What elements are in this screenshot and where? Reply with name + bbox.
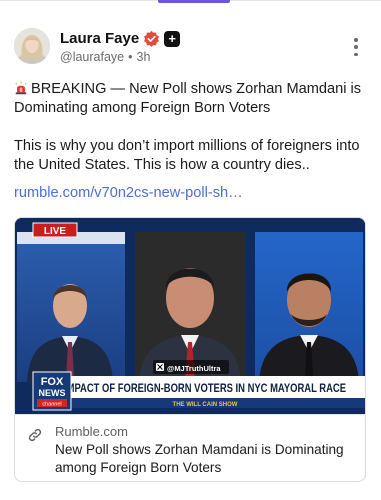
link-preview-title[interactable]: New Poll shows Zorhan Mamdani is Dominat… [55,441,355,477]
video-watermark: @MJTruthUltra [167,364,221,373]
more-vertical-icon [354,38,358,42]
live-label: LIVE [44,226,67,237]
meta-separator: • [128,50,133,64]
post-line-breaking: BREAKING — New Poll shows Zorhan Mamdani… [14,81,362,116]
post-paragraph-1: BREAKING — New Poll shows Zorhan Mamdani… [14,80,369,118]
author-row: Laura Faye + [60,30,181,47]
link-icon [28,428,42,442]
post-body: BREAKING — New Poll shows Zorhan Mamdani… [14,80,369,175]
link-preview-domain: Rumble.com [55,424,128,439]
author-name[interactable]: Laura Faye [60,30,139,47]
link-preview-footer: Rumble.com New Poll shows Zorhan Mamdani… [15,414,365,481]
post-meta: @laurafaye • 3h [60,50,150,64]
post-link[interactable]: rumble.com/v70n2cs-new-poll-sh… [14,185,243,201]
show-name: THE WILL CAIN SHOW [173,402,238,408]
video-thumbnail[interactable]: LIVE @MJTruthUltra IMPACT OF FOREIGN-BOR… [15,218,365,414]
post-paragraph-2: This is why you don’t import millions of… [14,138,360,173]
fox-logo-sub: channel [42,402,61,408]
chyron-text: IMPACT OF FOREIGN-BORN VOTERS IN NYC MAY… [64,383,346,395]
fox-logo-top: FOX [41,376,64,388]
verified-badge-icon [144,30,160,47]
plus-badge-icon: + [164,30,181,47]
post-header: Laura Faye + @laurafaye • 3h [14,28,369,68]
fox-logo-bottom: NEWS [39,388,66,398]
siren-icon [15,81,27,95]
link-preview-card[interactable]: LIVE @MJTruthUltra IMPACT OF FOREIGN-BOR… [14,217,366,482]
more-options-button[interactable] [351,38,361,56]
active-tab-indicator [158,0,230,3]
post-time[interactable]: 3h [137,50,151,64]
author-handle[interactable]: @laurafaye [60,50,124,64]
avatar[interactable] [14,28,50,64]
